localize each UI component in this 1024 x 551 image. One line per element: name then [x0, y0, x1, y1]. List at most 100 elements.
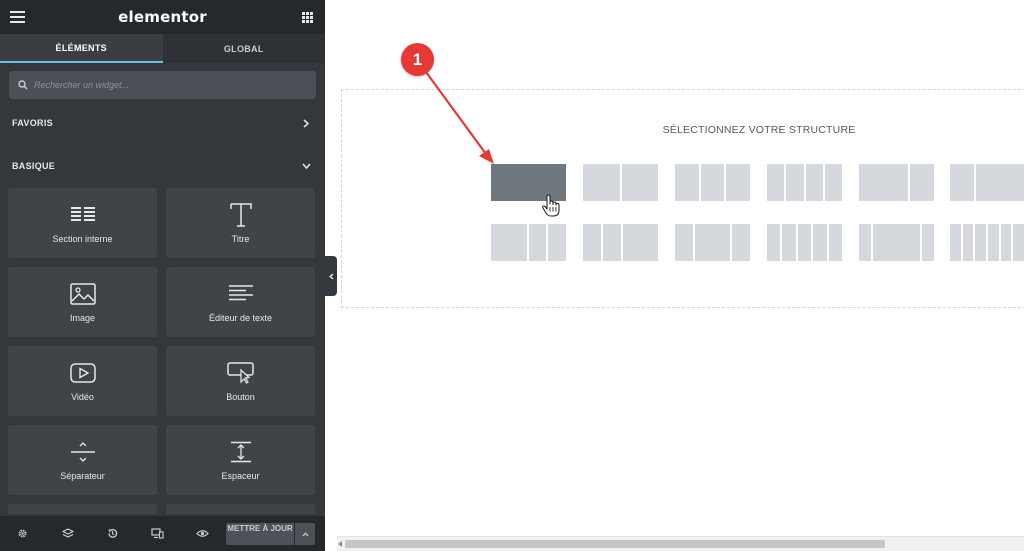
widgets-grid-icon[interactable] — [302, 12, 313, 23]
tab-global[interactable]: GLOBAL — [162, 34, 325, 63]
elements-panel: elementor ÉLÉMENTS GLOBAL FAVORIS BASIQU… — [0, 0, 325, 551]
widget-text-editor[interactable]: Éditeur de texte — [166, 267, 315, 337]
structure-preset-three-columns[interactable] — [675, 164, 751, 201]
section-favoris[interactable]: FAVORIS — [0, 111, 325, 135]
scroll-left-icon[interactable] — [338, 541, 342, 547]
widget-divider[interactable]: Séparateur — [8, 425, 157, 495]
tab-elements[interactable]: ÉLÉMENTS — [0, 34, 163, 63]
widget-grid: Section interne Titre Image Éditeur de t… — [8, 188, 316, 514]
preset-column — [621, 164, 658, 201]
widget-partial[interactable] — [8, 504, 157, 514]
chevron-right-icon — [301, 118, 311, 128]
section-basique[interactable]: BASIQUE — [0, 154, 325, 178]
preset-column — [786, 164, 804, 201]
section-basique-label: BASIQUE — [12, 161, 56, 171]
widget-button[interactable]: Bouton — [166, 346, 315, 416]
heading-icon — [229, 202, 252, 228]
hand-cursor-icon — [542, 194, 560, 217]
widget-image[interactable]: Image — [8, 267, 157, 337]
preset-column — [859, 224, 871, 261]
panel-tabs: ÉLÉMENTS GLOBAL — [0, 34, 325, 63]
widget-label: Titre — [231, 234, 250, 244]
chevron-left-icon — [328, 272, 333, 280]
publish-options-button[interactable] — [295, 523, 315, 545]
preset-column — [909, 164, 934, 201]
preset-column — [622, 224, 658, 261]
update-button[interactable]: METTRE À JOUR — [226, 523, 294, 545]
chevron-down-icon — [301, 161, 311, 171]
collapse-panel-button[interactable] — [325, 256, 337, 296]
preset-column — [767, 224, 781, 261]
horizontal-scrollbar[interactable] — [337, 536, 1024, 551]
preset-column — [583, 224, 601, 261]
widget-label: Bouton — [226, 392, 255, 402]
preset-column — [976, 164, 1024, 201]
widget-label: Éditeur de texte — [208, 313, 273, 323]
video-icon — [69, 360, 96, 386]
structure-preset-six-columns[interactable] — [950, 224, 1024, 261]
button-icon — [226, 360, 255, 386]
search-input[interactable] — [34, 80, 304, 90]
elementor-editor: elementor ÉLÉMENTS GLOBAL FAVORIS BASIQU… — [0, 0, 1024, 551]
annotation-badge: 1 — [401, 43, 434, 76]
preset-column — [828, 224, 843, 261]
preset-column — [950, 224, 961, 261]
preset-column — [675, 224, 693, 261]
preset-column — [805, 164, 823, 201]
preset-column — [813, 224, 827, 261]
structure-title: SÉLECTIONNEZ VOTRE STRUCTURE — [662, 124, 856, 136]
structure-preset-five-columns[interactable] — [767, 224, 843, 261]
search-icon — [18, 80, 28, 90]
structure-preset-one-third-two-thirds[interactable] — [950, 164, 1024, 201]
structure-preset-quarter-half-quarter[interactable] — [675, 224, 750, 261]
preset-column — [491, 224, 527, 261]
preview-icon[interactable] — [180, 516, 225, 551]
preset-column — [975, 224, 987, 261]
preset-column — [962, 224, 974, 261]
preset-column — [950, 164, 974, 201]
history-icon[interactable] — [90, 516, 135, 551]
preset-column — [726, 164, 751, 201]
preset-column — [859, 164, 908, 201]
settings-icon[interactable] — [0, 516, 45, 551]
preset-column — [602, 224, 621, 261]
structure-preset-quarter-quarter-half[interactable] — [583, 224, 658, 261]
widget-partial[interactable] — [166, 504, 315, 514]
widget-label: Séparateur — [60, 471, 105, 481]
elementor-logo: elementor — [118, 8, 207, 26]
scrollbar-thumb[interactable] — [345, 540, 885, 548]
responsive-icon[interactable] — [135, 516, 180, 551]
section-favoris-label: FAVORIS — [12, 118, 53, 128]
navigator-icon[interactable] — [45, 516, 90, 551]
preset-column — [548, 224, 566, 261]
menu-icon[interactable] — [10, 11, 25, 23]
preset-column — [694, 224, 731, 261]
widget-heading[interactable]: Titre — [166, 188, 315, 258]
widget-spacer[interactable]: Espaceur — [166, 425, 315, 495]
structure-preset-half-quarter-quarter[interactable] — [491, 224, 566, 261]
text-editor-icon — [228, 281, 254, 307]
widget-video[interactable]: Vidéo — [8, 346, 157, 416]
preset-column — [675, 164, 699, 201]
widget-label: Image — [69, 313, 95, 323]
structure-preset-narrow-wide-narrow[interactable] — [859, 224, 934, 261]
preset-column — [1013, 224, 1024, 261]
chevron-up-icon — [302, 531, 308, 536]
image-icon — [69, 281, 96, 307]
structure-preset-two-thirds-one-third[interactable] — [859, 164, 934, 201]
preset-column — [824, 164, 842, 201]
widget-inner-section[interactable]: Section interne — [8, 188, 157, 258]
preset-column — [797, 224, 812, 261]
widget-label: Section interne — [52, 234, 113, 244]
widget-label: Vidéo — [71, 392, 94, 402]
widget-search — [9, 71, 316, 99]
structure-preset-four-columns[interactable] — [767, 164, 842, 201]
inner-section-icon — [70, 202, 96, 228]
structure-preset-two-columns[interactable] — [583, 164, 658, 201]
preset-column — [583, 164, 620, 201]
divider-icon — [70, 439, 96, 465]
preset-column — [872, 224, 921, 261]
preset-column — [767, 164, 785, 201]
preset-column — [988, 224, 999, 261]
preset-column — [1000, 224, 1012, 261]
